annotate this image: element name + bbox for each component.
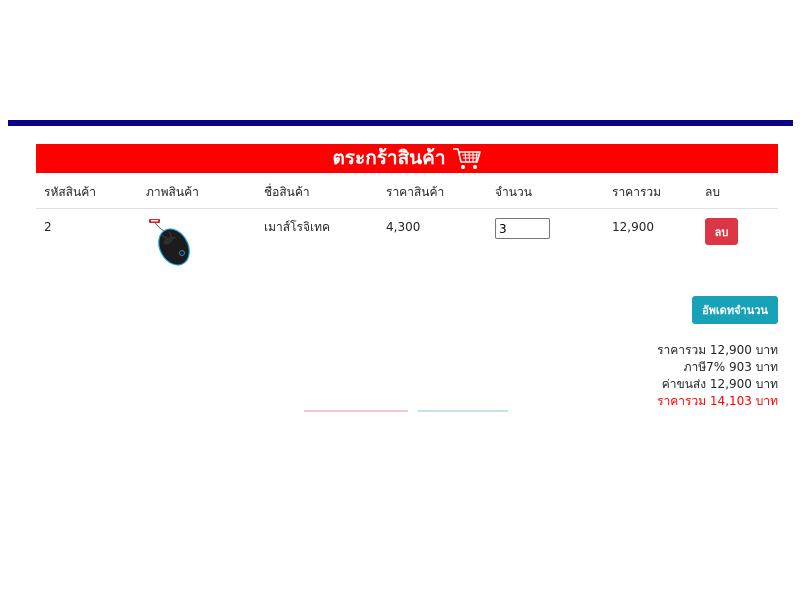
delete-button[interactable]: ลบ [705,218,738,245]
cart-header-bar: ตระกร้าสินค้า [36,144,778,173]
cart-table-header: รหัสสินค้า ภาพสินค้า ชื่อสินค้า ราคาสินค… [36,174,778,209]
page: ตระกร้าสินค้า รหัสสินค้า ภาพสินค้า ชื่อส… [0,0,800,600]
update-quantity-button[interactable]: อัพเดทจำนวน [692,296,778,324]
row-product-code: 2 [44,220,52,234]
header-product-code: รหัสสินค้า [44,185,96,199]
summary-grand-total: ราคารวม 14,103 บาท [657,394,778,408]
computer-mouse-icon [146,217,194,269]
top-divider [8,120,793,126]
summary-shipping: ค่าขนส่ง 12,900 บาท [661,377,778,391]
hidden-button-right[interactable] [418,410,508,412]
row-product-price: 4,300 [386,220,421,234]
header-product-price: ราคาสินค้า [386,185,445,199]
header-product-name: ชื่อสินค้า [264,185,310,199]
summary-subtotal: ราคารวม 12,900 บาท [657,343,778,357]
hidden-button-left[interactable] [304,410,408,412]
row-total: 12,900 [612,220,654,234]
summary-vat: ภาษี7% 903 บาท [683,360,778,374]
table-row: 2 เมาส์โรจิเทค 4,300 12,900 ลบ [36,209,778,279]
header-product-image: ภาพสินค้า [146,185,199,199]
order-summary: ราคารวม 12,900 บาท ภาษี7% 903 บาท ค่าขนส… [657,342,778,410]
shopping-cart-icon [452,147,482,171]
row-product-name: เมาส์โรจิเทค [264,220,331,234]
header-total: ราคารวม [612,185,662,199]
quantity-input[interactable] [495,218,550,239]
header-delete: ลบ [705,185,720,199]
header-quantity: จำนวน [495,185,532,199]
cart-title: ตระกร้าสินค้า [332,147,446,169]
